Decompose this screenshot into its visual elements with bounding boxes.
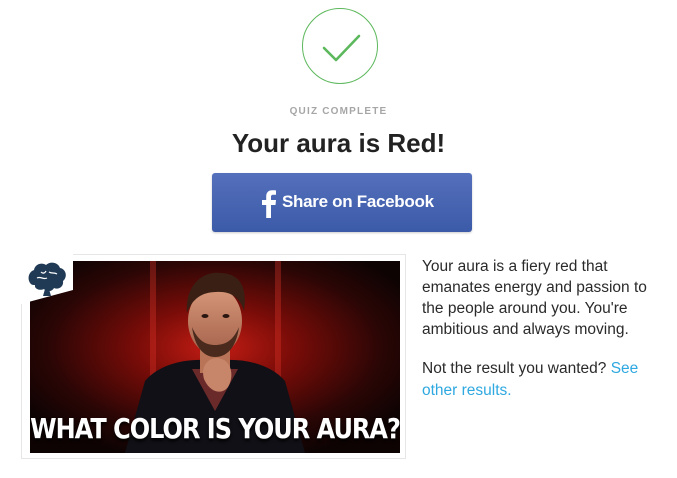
- check-icon: [302, 8, 378, 84]
- brain-icon: [21, 254, 73, 304]
- result-description: Your aura is a fiery red that emanates e…: [422, 258, 647, 338]
- retry-prompt: Not the result you wanted?: [422, 360, 607, 377]
- quiz-complete-label: QUIZ COMPLETE: [289, 106, 388, 117]
- quiz-result-page: QUIZ COMPLETE Your aura is Red! Share on…: [0, 0, 677, 478]
- quiz-image: WHAT COLOR IS YOUR AURA?: [30, 261, 400, 453]
- share-facebook-label: Share on Facebook: [282, 192, 434, 211]
- facebook-icon: [262, 190, 276, 218]
- retry-text: Not the result you wanted? See other res…: [422, 358, 662, 402]
- share-facebook-button[interactable]: Share on Facebook: [212, 173, 472, 232]
- image-caption: WHAT COLOR IS YOUR AURA?: [30, 412, 400, 446]
- quiz-image-card[interactable]: WHAT COLOR IS YOUR AURA?: [21, 254, 406, 459]
- result-title: Your aura is Red!: [231, 128, 446, 158]
